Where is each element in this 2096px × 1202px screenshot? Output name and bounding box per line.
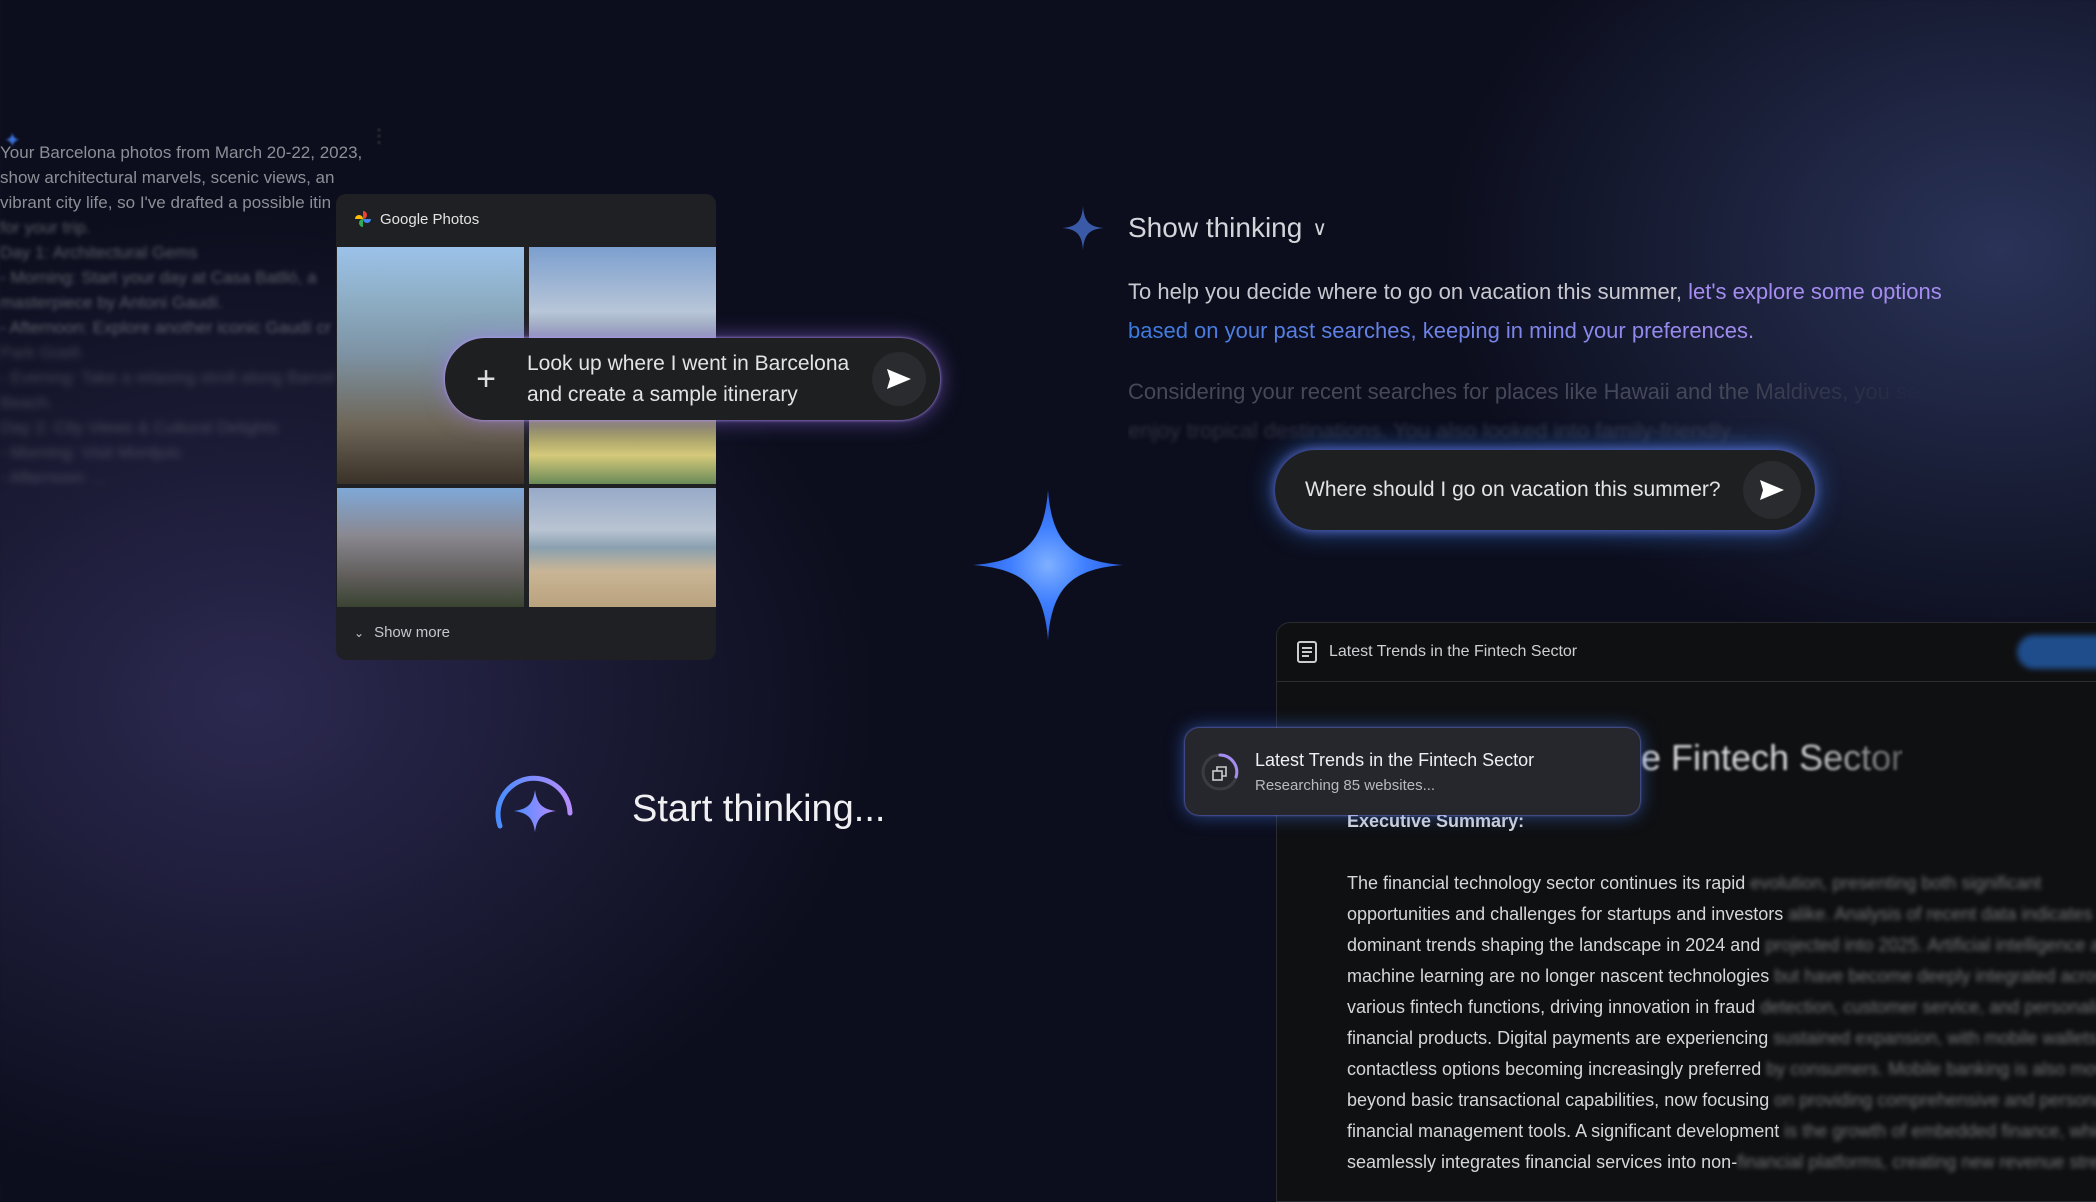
thinking-response: To help you decide where to go on vacati… (1128, 279, 1942, 343)
body-line: beyond basic transactional capabilities,… (1347, 1090, 2096, 1110)
start-thinking-label: Start thinking... (632, 788, 886, 830)
gemini-sparkle-icon (973, 490, 1123, 645)
response-line: Your Barcelona photos from March 20-22, … (0, 143, 363, 162)
body-line: contactless options becoming increasingl… (1347, 1059, 2096, 1079)
add-icon[interactable]: + (445, 360, 527, 399)
body-line: The financial technology sector continue… (1347, 873, 2042, 893)
body-line: financial management tools. A significan… (1347, 1121, 2096, 1141)
google-photos-card: Google Photos ⌄ Show more (336, 194, 716, 660)
body-line: dominant trends shaping the landscape in… (1347, 935, 2096, 955)
document-title: Latest Trends in the Fintech Sector (1329, 643, 1578, 660)
research-status: Researching 85 websites... (1255, 776, 1436, 794)
photo-beach[interactable] (529, 488, 716, 607)
research-progress-card[interactable]: Latest Trends in the Fintech Sector Rese… (1185, 728, 1640, 815)
document-body: The financial technology sector continue… (1347, 868, 2096, 1178)
research-title: Latest Trends in the Fintech Sector (1255, 749, 1535, 770)
photo-sagrada-familia[interactable] (337, 488, 524, 607)
prompt-input-barcelona[interactable]: + Look up where I went in Barcelona and … (445, 338, 940, 420)
document-heading: e Fintech Sector (1641, 737, 1904, 778)
export-button[interactable] (2017, 635, 2096, 669)
prompt-input-vacation[interactable]: Where should I go on vacation this summe… (1275, 450, 1815, 530)
google-photos-icon (355, 211, 371, 227)
send-button[interactable] (1743, 461, 1801, 519)
document-icon (1297, 641, 1317, 663)
body-line: various fintech functions, driving innov… (1347, 997, 2096, 1017)
send-icon (887, 369, 911, 389)
prompt-text-line2: and create a sample itinerary (527, 383, 798, 406)
send-button[interactable] (872, 352, 926, 406)
response-line: show architectural marvels, scenic views… (0, 168, 335, 187)
thinking-faded-text: Considering your recent searches for pla… (1128, 379, 1928, 443)
research-progress-icon (1185, 752, 1255, 792)
photos-source-label: Google Photos (380, 210, 480, 228)
show-thinking-toggle[interactable]: Show thinking ∨ (1128, 212, 1327, 244)
gemini-thinking-icon (1062, 206, 1104, 255)
prompt-text: Where should I go on vacation this summe… (1305, 478, 1721, 501)
show-more-button[interactable]: ⌄ Show more (354, 624, 450, 641)
send-icon (1760, 480, 1784, 500)
prompt-text-line1: Look up where I went in Barcelona (527, 352, 850, 375)
divider (1277, 681, 2096, 682)
thinking-spinner-icon (492, 768, 578, 859)
body-line: machine learning are no longer nascent t… (1347, 966, 2096, 986)
research-document-panel: Latest Trends in the Fintech Sector e Fi… (1276, 622, 2096, 1202)
body-line: financial products. Digital payments are… (1347, 1028, 2096, 1048)
body-line: seamlessly integrates financial services… (1347, 1152, 2096, 1172)
chevron-down-icon: ∨ (1312, 217, 1327, 240)
body-line: opportunities and challenges for startup… (1347, 904, 2093, 924)
chevron-down-icon: ⌄ (354, 625, 365, 640)
